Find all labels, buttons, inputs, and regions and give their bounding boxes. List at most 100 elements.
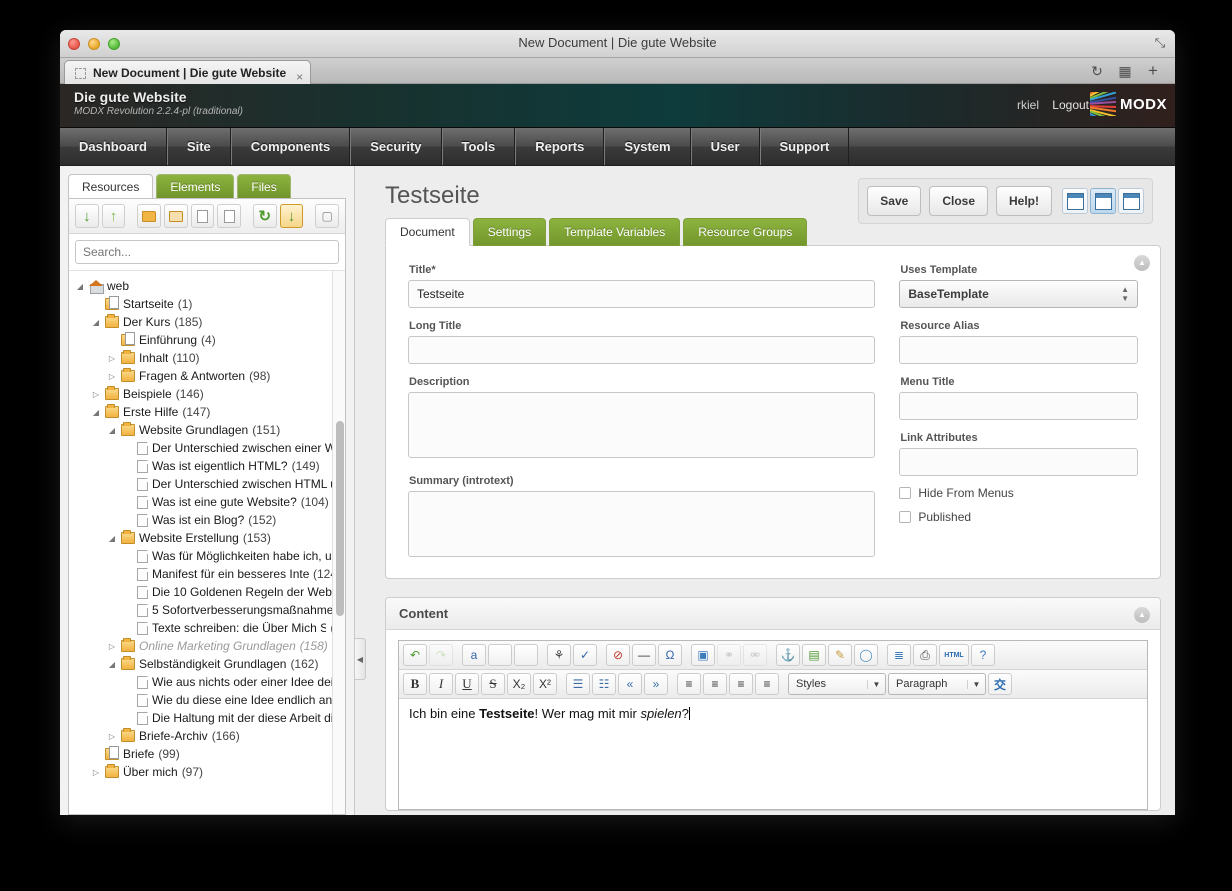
- tree-node[interactable]: ▷ Fragen & Antworten (98): [69, 367, 345, 385]
- special-character-icon[interactable]: Ω: [658, 644, 682, 666]
- tab-settings[interactable]: Settings: [472, 218, 547, 246]
- description-field[interactable]: [408, 392, 876, 458]
- subscript-icon[interactable]: X₂: [507, 673, 531, 695]
- view-new-resource-icon[interactable]: [1062, 188, 1088, 214]
- tree-node[interactable]: Was ist eigentlich HTML? (149): [69, 457, 345, 475]
- uses-template-select[interactable]: BaseTemplate ▲ ▼: [899, 280, 1138, 308]
- nav-item-dashboard[interactable]: Dashboard: [60, 128, 167, 165]
- tree-twisty-icon[interactable]: ◢: [107, 534, 117, 543]
- tree-twisty-icon[interactable]: ▷: [107, 354, 117, 363]
- tree-node[interactable]: Der Unterschied zwischen einer Website: [69, 439, 345, 457]
- bullet-list-icon[interactable]: ☰: [566, 673, 590, 695]
- settings-icon[interactable]: [217, 204, 242, 228]
- close-button[interactable]: Close: [929, 186, 988, 216]
- tree-node[interactable]: ▷ Briefe-Archiv (166): [69, 727, 345, 745]
- tree-tab-files[interactable]: Files: [237, 174, 291, 199]
- paste-as-text-icon[interactable]: a: [462, 644, 486, 666]
- tree-node[interactable]: Manifest für ein besseres Internet(124): [69, 565, 345, 583]
- tree-twisty-icon[interactable]: ▷: [107, 642, 117, 651]
- anchor-icon[interactable]: ⚓: [776, 644, 800, 666]
- tree-node[interactable]: ◢ Der Kurs (185): [69, 313, 345, 331]
- language-icon[interactable]: 交: [988, 673, 1012, 695]
- align-justify-icon[interactable]: ≡: [755, 673, 779, 695]
- bold-icon[interactable]: B: [403, 673, 427, 695]
- tree-node[interactable]: Wie aus nichts oder einer Idee deine Arb: [69, 673, 345, 691]
- tree-node[interactable]: Die Haltung mit der diese Arbeit dich tr…: [69, 709, 345, 727]
- refresh-icon[interactable]: ↻: [252, 204, 277, 228]
- spellcheck-icon[interactable]: ✓: [573, 644, 597, 666]
- underline-icon[interactable]: U: [455, 673, 479, 695]
- paste-from-word-icon[interactable]: [514, 644, 538, 666]
- nav-item-tools[interactable]: Tools: [441, 128, 516, 165]
- chevron-down-icon[interactable]: ▼: [967, 679, 985, 689]
- new-weblink-icon[interactable]: [163, 204, 188, 228]
- long-title-field[interactable]: [408, 336, 876, 364]
- nav-item-components[interactable]: Components: [230, 128, 351, 165]
- tree-twisty-icon[interactable]: ◢: [75, 282, 85, 291]
- apps-grid-icon[interactable]: ▦: [1115, 61, 1135, 81]
- align-right-icon[interactable]: ≡: [729, 673, 753, 695]
- tree-scrollbar[interactable]: [332, 271, 345, 814]
- tree-twisty-icon[interactable]: ◢: [107, 660, 117, 669]
- resource-tree[interactable]: ◢ web Startseite (1) ◢ Der Kurs (185) Einführun…: [69, 271, 345, 814]
- view-edit-resource-icon[interactable]: [1090, 188, 1116, 214]
- browser-tab[interactable]: New Document | Die gute Website ×: [64, 60, 312, 85]
- new-tab-icon[interactable]: +: [1143, 61, 1163, 81]
- horizontal-rule-icon[interactable]: —: [632, 644, 656, 666]
- nav-item-system[interactable]: System: [604, 128, 691, 165]
- tree-node[interactable]: ◢ Erste Hilfe (147): [69, 403, 345, 421]
- tree-node[interactable]: ◢ Website Erstellung (153): [69, 529, 345, 547]
- tree-twisty-icon[interactable]: ▷: [91, 390, 101, 399]
- undo-icon[interactable]: ↶: [403, 644, 427, 666]
- view-source-icon[interactable]: HTML: [939, 644, 969, 666]
- text-color-icon[interactable]: ✎: [828, 644, 852, 666]
- numbered-list-icon[interactable]: ☷: [592, 673, 616, 695]
- tree-node[interactable]: Was ist eine gute Website? (104): [69, 493, 345, 511]
- insert-template-icon[interactable]: ≣: [887, 644, 911, 666]
- tree-twisty-icon[interactable]: ◢: [107, 426, 117, 435]
- strikethrough-icon[interactable]: S: [481, 673, 505, 695]
- tree-tab-elements[interactable]: Elements: [156, 174, 235, 199]
- reload-icon[interactable]: ↻: [1087, 61, 1107, 81]
- tree-node[interactable]: ◢ web: [69, 277, 345, 295]
- find-replace-icon[interactable]: ⚘: [547, 644, 571, 666]
- hide-from-menus-checkbox[interactable]: Hide From Menus: [899, 486, 1138, 500]
- outdent-icon[interactable]: «: [618, 673, 642, 695]
- insert-image-icon[interactable]: ▣: [691, 644, 715, 666]
- tree-scrollbar-thumb[interactable]: [336, 421, 344, 616]
- tree-node[interactable]: ▷ Online Marketing Grundlagen (158): [69, 637, 345, 655]
- save-button[interactable]: Save: [867, 186, 922, 216]
- tree-twisty-icon[interactable]: ◢: [91, 318, 101, 327]
- tree-node[interactable]: ◢ Selbständigkeit Grundlagen (162): [69, 655, 345, 673]
- tree-node[interactable]: 5 Sofortverbesserungsmaßnahmen für d: [69, 601, 345, 619]
- tree-node[interactable]: ◢ Website Grundlagen (151): [69, 421, 345, 439]
- sort-tree-icon[interactable]: ↓: [279, 204, 304, 228]
- resource-alias-field[interactable]: [899, 336, 1138, 364]
- username-label[interactable]: rkiel: [1017, 98, 1039, 112]
- tree-tab-resources[interactable]: Resources: [68, 174, 154, 199]
- tree-node[interactable]: Was für Möglichkeiten habe ich, um an e: [69, 547, 345, 565]
- tree-twisty-icon[interactable]: ▷: [91, 768, 101, 777]
- nav-item-reports[interactable]: Reports: [515, 128, 605, 165]
- editor-content-area[interactable]: Ich bin eine Testseite! Wer mag mit mir …: [399, 699, 1147, 809]
- chevron-down-icon[interactable]: ▼: [867, 679, 885, 689]
- tree-node[interactable]: Was ist ein Blog? (152): [69, 511, 345, 529]
- tree-node[interactable]: Der Unterschied zwischen HTML und Fl: [69, 475, 345, 493]
- search-input[interactable]: [75, 240, 339, 264]
- published-checkbox[interactable]: Published: [899, 510, 1138, 524]
- tree-node[interactable]: Wie du diese eine Idee endlich angehst: [69, 691, 345, 709]
- fullscreen-icon[interactable]: ⤡: [1151, 34, 1169, 52]
- nav-item-site[interactable]: Site: [166, 128, 231, 165]
- styles-select[interactable]: Styles ▼: [788, 673, 886, 695]
- tree-node[interactable]: Startseite (1): [69, 295, 345, 313]
- align-left-icon[interactable]: ≡: [677, 673, 701, 695]
- menu-title-field[interactable]: [899, 392, 1138, 420]
- tree-node[interactable]: Briefe (99): [69, 745, 345, 763]
- tree-node[interactable]: ▷ Inhalt (110): [69, 349, 345, 367]
- published-box[interactable]: [899, 511, 912, 523]
- tree-twisty-icon[interactable]: ◢: [91, 408, 101, 417]
- collapse-all-icon[interactable]: ↓: [75, 204, 99, 228]
- print-icon[interactable]: ⎙: [913, 644, 937, 666]
- tab-template-variables[interactable]: Template Variables: [549, 218, 681, 246]
- insert-media-icon[interactable]: ▤: [802, 644, 826, 666]
